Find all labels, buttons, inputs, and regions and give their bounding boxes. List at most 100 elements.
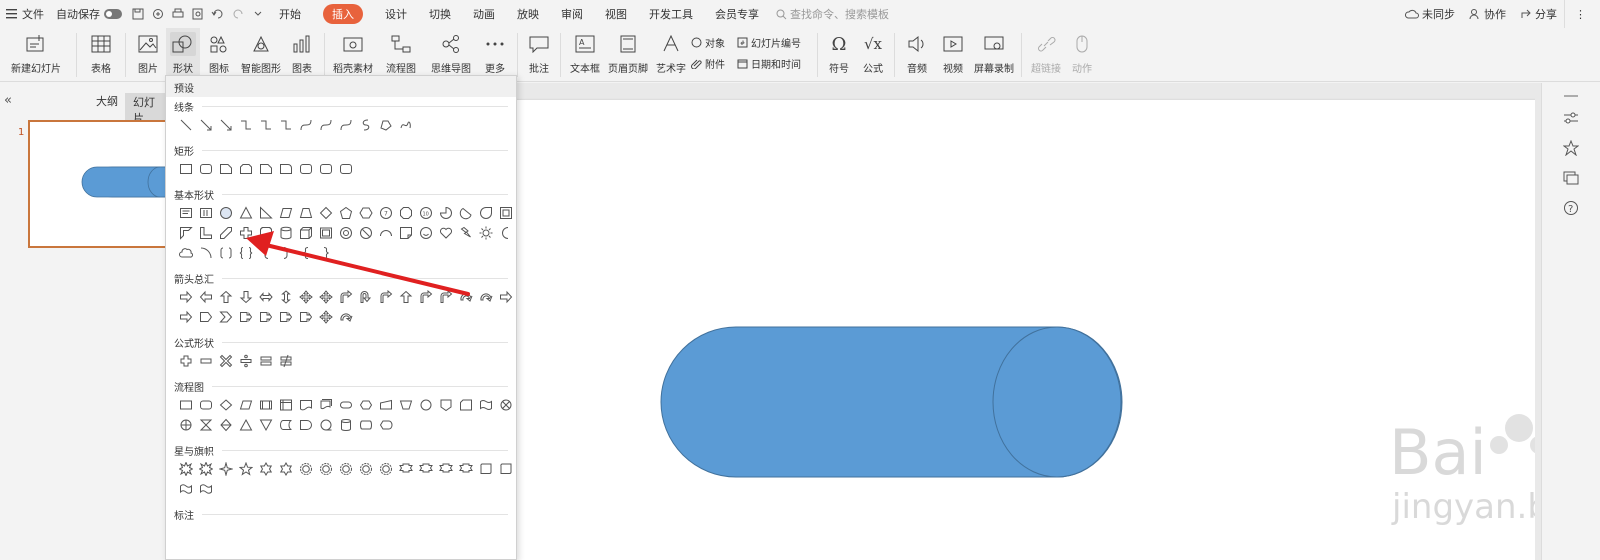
attachment-button[interactable]: 附件 (691, 53, 737, 74)
shape-option-aleft[interactable] (196, 287, 216, 307)
shape-option-fdisplay[interactable] (376, 415, 396, 435)
shape-option-scribble[interactable] (396, 115, 416, 135)
collapse-panel-icon[interactable]: « (4, 93, 12, 108)
tab-developer[interactable]: 开发工具 (638, 0, 704, 28)
shape-option-auturn[interactable] (356, 287, 376, 307)
shape-option-fmanop[interactable] (396, 395, 416, 415)
shape-option-lbrace[interactable] (296, 243, 316, 263)
slides-layout-icon[interactable] (1562, 169, 1580, 187)
shape-option-hexa[interactable] (356, 203, 376, 223)
shape-option-fextract[interactable] (236, 415, 256, 435)
shape-option-arc[interactable] (376, 223, 396, 243)
shape-option-acallout[interactable] (236, 307, 256, 327)
save-icon[interactable] (128, 0, 148, 28)
share-button[interactable]: 分享 (1513, 0, 1564, 28)
shape-option-fsort[interactable] (216, 415, 236, 435)
shape-option-donut[interactable] (336, 223, 356, 243)
shape-option-lshape[interactable] (196, 223, 216, 243)
shape-option-burst[interactable] (176, 459, 196, 479)
shape-option-fold[interactable] (396, 223, 416, 243)
redo-icon[interactable] (228, 0, 248, 28)
tab-view[interactable]: 视图 (594, 0, 638, 28)
shape-option-noSym[interactable] (356, 223, 376, 243)
shape-option-elbow[interactable] (236, 115, 256, 135)
shape-option-fprep[interactable] (356, 395, 376, 415)
shape-option-acircular[interactable] (336, 307, 356, 327)
shape-option-penta[interactable] (336, 203, 356, 223)
shape-option-ribbon[interactable] (416, 459, 436, 479)
slide-thumbnail[interactable] (28, 120, 173, 248)
customize-chevron-icon[interactable] (248, 0, 268, 28)
shape-option-minus[interactable] (196, 351, 216, 371)
shape-option-fdata[interactable] (236, 395, 256, 415)
shape-option-vtext[interactable] (196, 203, 216, 223)
shape-option-abent[interactable] (376, 287, 396, 307)
shape-option-tri[interactable] (236, 203, 256, 223)
shape-option-acallout[interactable] (256, 307, 276, 327)
shape-option-star5[interactable] (236, 459, 256, 479)
shape-option-diag[interactable] (216, 223, 236, 243)
shape-option-fpredef[interactable] (256, 395, 276, 415)
shape-option-cube[interactable] (296, 223, 316, 243)
shape-option-fterm[interactable] (336, 395, 356, 415)
shape-option-noteq[interactable] (276, 351, 296, 371)
shape-option-snip2[interactable] (236, 159, 256, 179)
shape-option-curve[interactable] (296, 115, 316, 135)
shape-option-aright[interactable] (496, 287, 516, 307)
wordart-button[interactable]: 艺术字 (651, 28, 691, 82)
smart-shape-button[interactable]: 智能图形 (238, 28, 284, 82)
shape-option-lbrk[interactable] (256, 243, 276, 263)
shape-option-hepta[interactable]: 7 (376, 203, 396, 223)
shape-option-rrect[interactable] (196, 159, 216, 179)
shape-option-fconn[interactable] (416, 395, 436, 415)
shape-option-fseq[interactable] (316, 415, 336, 435)
comment-button[interactable]: 批注 (522, 28, 556, 82)
file-menu[interactable]: 文件 (0, 0, 50, 28)
shape-option-starN[interactable] (296, 459, 316, 479)
shape-option-moon[interactable] (496, 223, 516, 243)
shape-option-plus[interactable] (176, 351, 196, 371)
shape-option-rrect[interactable] (316, 159, 336, 179)
shape-option-plaque[interactable] (256, 223, 276, 243)
shape-option-cloud[interactable] (176, 243, 196, 263)
shape-option-acallout[interactable] (276, 307, 296, 327)
shape-option-scroll[interactable] (496, 459, 516, 479)
shape-option-freeform[interactable] (376, 115, 396, 135)
shape-option-curve[interactable] (316, 115, 336, 135)
shape-option-aquad[interactable] (296, 287, 316, 307)
export-icon[interactable] (148, 0, 168, 28)
shape-option-wave[interactable] (176, 479, 196, 499)
more-button[interactable]: 更多 (477, 28, 513, 82)
shape-option-scurve[interactable] (356, 115, 376, 135)
shape-option-aright[interactable] (176, 307, 196, 327)
shape-option-fmag[interactable] (336, 415, 356, 435)
shape-option-starN[interactable] (376, 459, 396, 479)
shape-option-ribbon[interactable] (456, 459, 476, 479)
shape-option-rtri[interactable] (256, 203, 276, 223)
shape-option-finternal[interactable] (276, 395, 296, 415)
shape-option-fstored[interactable] (276, 415, 296, 435)
shape-option-fcard[interactable] (456, 395, 476, 415)
shape-option-alr[interactable] (256, 287, 276, 307)
shape-option-fprocess[interactable] (176, 395, 196, 415)
shape-option-fsum[interactable] (496, 395, 516, 415)
shape-option-abent[interactable] (416, 287, 436, 307)
video-button[interactable]: 视频 (935, 28, 971, 82)
picture-button[interactable]: 图片 (130, 28, 166, 82)
shape-option-aquad[interactable] (316, 287, 336, 307)
shape-option-star6[interactable] (256, 459, 276, 479)
shape-option-aup[interactable] (216, 287, 236, 307)
sync-status[interactable]: 未同步 (1398, 0, 1462, 28)
shape-option-tear[interactable] (476, 203, 496, 223)
shape-option-can[interactable] (276, 223, 296, 243)
shape-option-rect[interactable] (176, 159, 196, 179)
material-button[interactable]: 稻壳素材 (329, 28, 377, 82)
shape-option-fofpage[interactable] (436, 395, 456, 415)
shape-option-abent[interactable] (436, 287, 456, 307)
chart-button[interactable]: 图表 (284, 28, 320, 82)
tab-insert[interactable]: 插入 (312, 0, 374, 28)
help-icon[interactable]: ? (1562, 199, 1580, 217)
shape-option-trap[interactable] (296, 203, 316, 223)
print-icon[interactable] (168, 0, 188, 28)
shape-option-aquad[interactable] (316, 307, 336, 327)
